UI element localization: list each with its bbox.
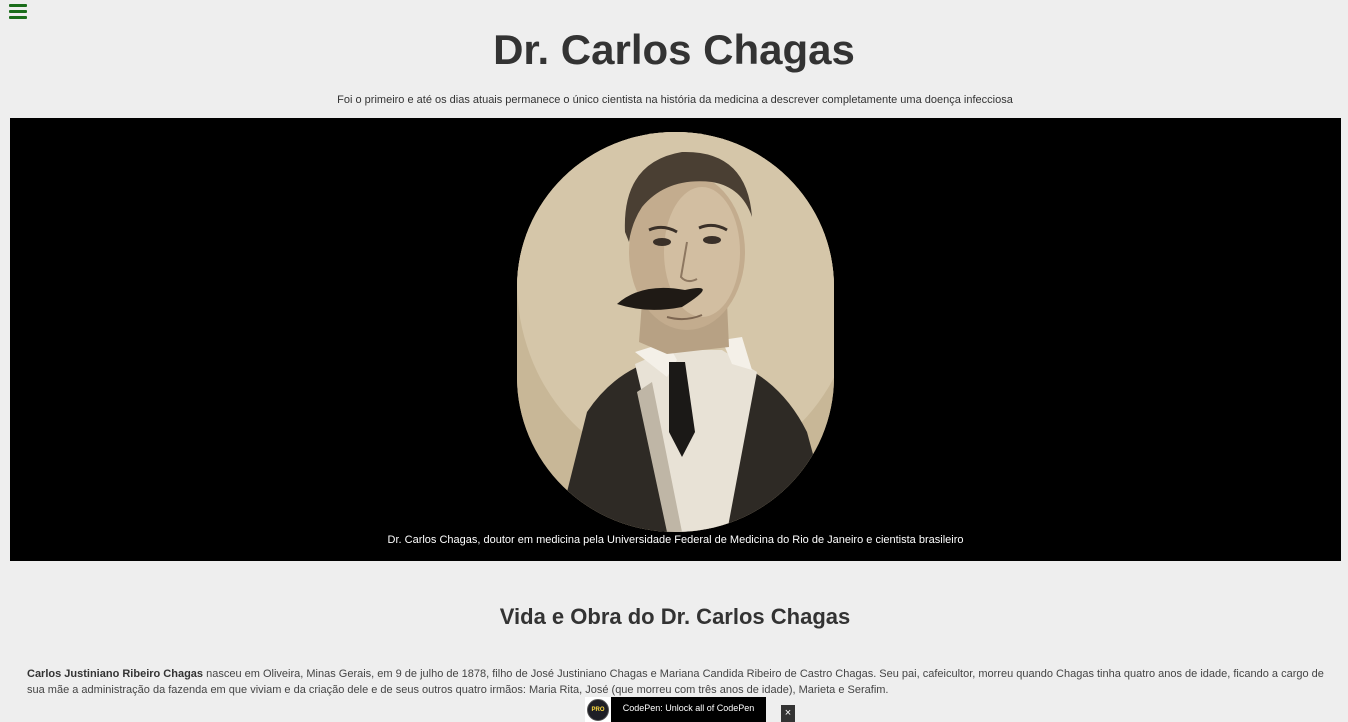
bio-paragraph: Carlos Justiniano Ribeiro Chagas nasceu … — [27, 666, 1327, 698]
hero-caption: Dr. Carlos Chagas, doutor em medicina pe… — [387, 534, 964, 546]
portrait-image — [517, 132, 834, 532]
close-icon[interactable]: × — [781, 705, 795, 722]
menu-bar-line — [9, 16, 27, 19]
portrait-illustration — [517, 132, 834, 532]
page: Dr. Carlos Chagas Foi o primeiro e até o… — [0, 0, 1348, 722]
pro-badge-icon: PRO — [587, 699, 609, 721]
menu-bar-line — [9, 4, 27, 7]
section-title: Vida e Obra do Dr. Carlos Chagas — [499, 604, 851, 629]
hamburger-menu-icon[interactable] — [9, 4, 28, 21]
codepen-pro-badge: PRO — [585, 697, 611, 722]
bio-text: nasceu em Oliveira, Minas Gerais, em 9 d… — [27, 668, 1324, 696]
hero-image-panel: Dr. Carlos Chagas, doutor em medicina pe… — [10, 118, 1341, 561]
page-title: Dr. Carlos Chagas — [493, 26, 855, 73]
page-subtitle: Foi o primeiro e até os dias atuais perm… — [337, 94, 1013, 106]
menu-bar-line — [9, 10, 27, 13]
codepen-promo-bar[interactable]: PRO CodePen: Unlock all of CodePen — [585, 697, 796, 722]
codepen-promo-text[interactable]: CodePen: Unlock all of CodePen — [611, 697, 766, 722]
bio-name: Carlos Justiniano Ribeiro Chagas — [27, 668, 204, 680]
